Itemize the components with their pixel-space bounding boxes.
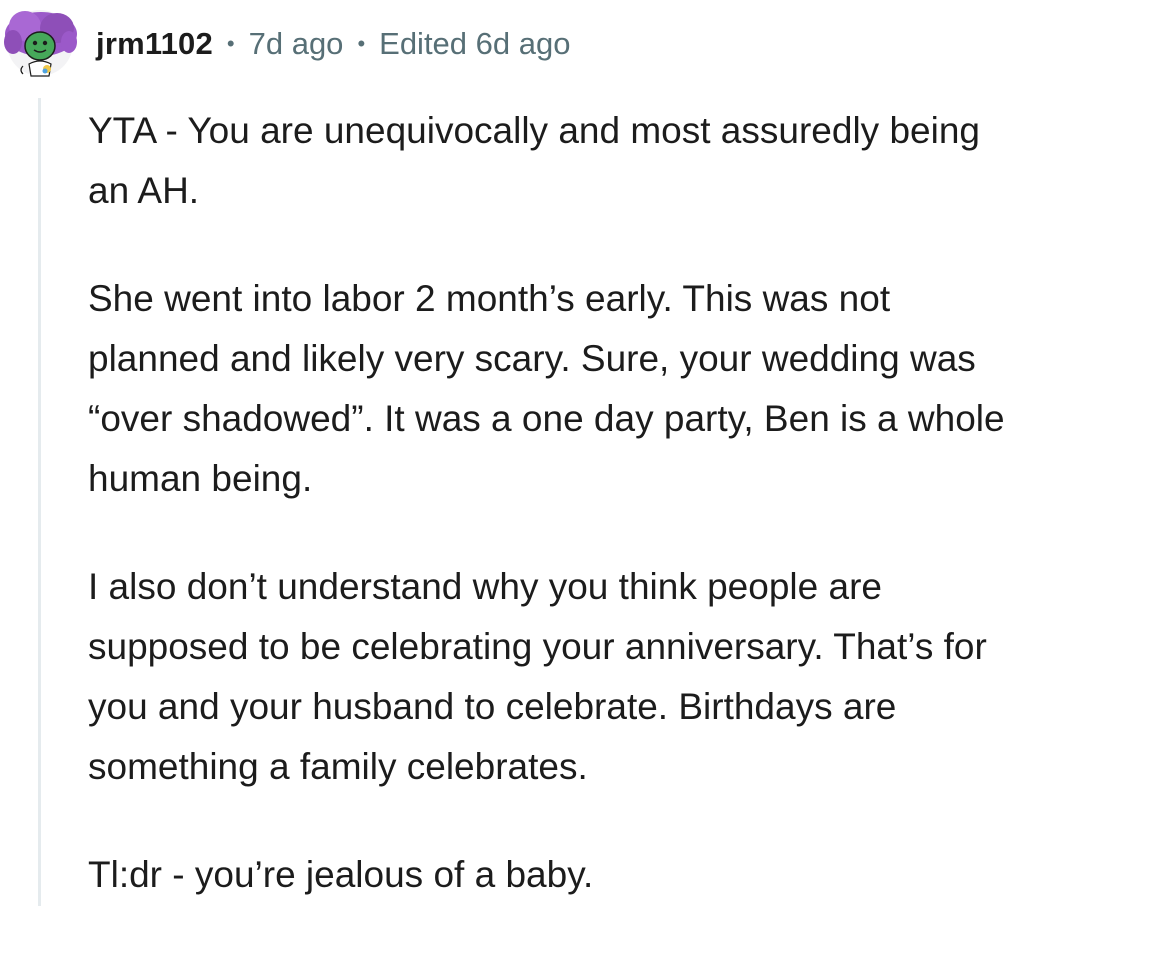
comment-line: She went into labor 2 month’s early. Thi… <box>88 278 891 319</box>
comment-line: an AH. <box>88 170 200 211</box>
comment-line: YTA - You are unequivocally and most ass… <box>88 110 980 151</box>
comment-header: jrm1102 • 7d ago • Edited 6d ago <box>0 0 1162 90</box>
thread-line[interactable] <box>38 98 41 906</box>
comment-line: human being. <box>88 458 313 499</box>
username-link[interactable]: jrm1102 <box>96 24 213 64</box>
user-avatar[interactable] <box>3 8 77 78</box>
comment-line: “over shadowed”. It was a one day party,… <box>88 398 1005 439</box>
comment-paragraph: She went into labor 2 month’s early. Thi… <box>88 269 1162 509</box>
meta-separator: • <box>357 31 366 56</box>
comment-timestamp[interactable]: 7d ago <box>249 24 344 64</box>
comment-body: YTA - You are unequivocally and most ass… <box>88 101 1162 953</box>
comment-line: you and your husband to celebrate. Birth… <box>88 686 897 727</box>
comment-line: something a family celebrates. <box>88 746 588 787</box>
comment-paragraph: Tl:dr - you’re jealous of a baby. <box>88 845 1162 905</box>
comment-paragraph: YTA - You are unequivocally and most ass… <box>88 101 1162 221</box>
comment-line: supposed to be celebrating your annivers… <box>88 626 987 667</box>
comment-line: I also don’t understand why you think pe… <box>88 566 882 607</box>
meta-separator: • <box>226 31 235 56</box>
comment-meta: jrm1102 • 7d ago • Edited 6d ago <box>96 24 570 64</box>
edited-timestamp: Edited 6d ago <box>379 26 571 61</box>
snoo-avatar-icon <box>4 10 77 77</box>
comment-line: planned and likely very scary. Sure, you… <box>88 338 976 379</box>
comment-paragraph: I also don’t understand why you think pe… <box>88 557 1162 797</box>
comment-line: Tl:dr - you’re jealous of a baby. <box>88 854 594 895</box>
